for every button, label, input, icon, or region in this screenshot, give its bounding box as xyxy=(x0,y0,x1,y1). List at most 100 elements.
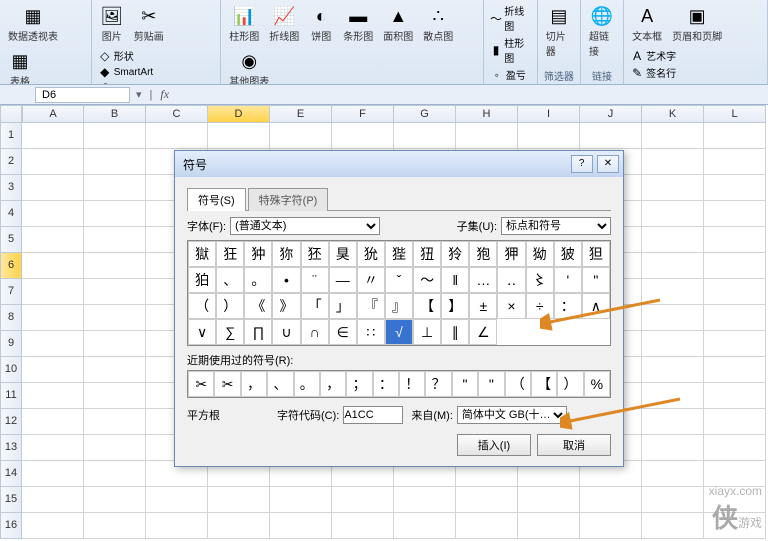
symbol-cell[interactable]: ∨ xyxy=(188,319,216,345)
symbol-cell[interactable]: 【 xyxy=(413,293,441,319)
symbol-cell[interactable]: ∥ xyxy=(441,319,469,345)
symbol-cell[interactable]: ‥ xyxy=(497,267,525,293)
symbol-cell[interactable]: ∈ xyxy=(329,319,357,345)
cell[interactable] xyxy=(642,305,704,331)
symbol-cell[interactable]: 狛 xyxy=(188,267,216,293)
symbol-cell[interactable]: 】 xyxy=(441,293,469,319)
ribbon-button[interactable]: ✂剪贴画 xyxy=(130,2,168,45)
symbol-cell[interactable]: 狆 xyxy=(244,241,272,267)
cell[interactable] xyxy=(642,461,704,487)
cell[interactable] xyxy=(270,487,332,513)
cell[interactable] xyxy=(642,487,704,513)
col-header[interactable]: K xyxy=(642,105,704,123)
symbol-cell[interactable]: ） xyxy=(216,293,244,319)
cell[interactable] xyxy=(704,383,766,409)
symbol-cell[interactable]: 狁 xyxy=(357,241,385,267)
ribbon-button[interactable]: ▦表格 xyxy=(4,47,36,85)
recent-symbol[interactable]: ！ xyxy=(399,371,425,397)
col-header[interactable]: H xyxy=(456,105,518,123)
symbol-cell[interactable]: × xyxy=(497,293,525,319)
cell[interactable] xyxy=(22,253,84,279)
symbol-cell[interactable]: 』 xyxy=(385,293,413,319)
cell[interactable] xyxy=(22,279,84,305)
row-header[interactable]: 14 xyxy=(0,461,22,487)
symbol-cell[interactable]: 《 xyxy=(244,293,272,319)
symbol-cell[interactable]: （ xyxy=(188,293,216,319)
cell[interactable] xyxy=(642,513,704,539)
cell[interactable] xyxy=(332,513,394,539)
cell[interactable] xyxy=(704,331,766,357)
col-header[interactable]: L xyxy=(704,105,766,123)
symbol-cell[interactable]: ÷ xyxy=(526,293,554,319)
cell[interactable] xyxy=(84,487,146,513)
subset-select[interactable]: 标点和符号 xyxy=(501,217,611,235)
cell[interactable] xyxy=(22,409,84,435)
cell[interactable] xyxy=(84,331,146,357)
cell[interactable] xyxy=(146,513,208,539)
symbol-cell[interactable]: ∧ xyxy=(582,293,610,319)
cell[interactable] xyxy=(84,305,146,331)
cell[interactable] xyxy=(642,149,704,175)
cell[interactable] xyxy=(580,487,642,513)
cell[interactable] xyxy=(22,357,84,383)
ribbon-button[interactable]: ◐饼图 xyxy=(305,2,337,45)
col-header[interactable]: B xyxy=(84,105,146,123)
ribbon-button[interactable]: ◇形状 xyxy=(96,47,156,64)
cell[interactable] xyxy=(642,123,704,149)
tab-symbols[interactable]: 符号(S) xyxy=(187,188,246,211)
cell[interactable] xyxy=(704,123,766,149)
cell[interactable] xyxy=(84,409,146,435)
recent-symbol[interactable]: ， xyxy=(320,371,346,397)
cell[interactable] xyxy=(22,175,84,201)
cell[interactable] xyxy=(84,461,146,487)
cell[interactable] xyxy=(84,513,146,539)
cell[interactable] xyxy=(580,123,642,149)
recent-symbol[interactable]: ） xyxy=(557,371,583,397)
cell[interactable] xyxy=(704,253,766,279)
cell[interactable] xyxy=(270,513,332,539)
cell[interactable] xyxy=(22,123,84,149)
symbol-cell[interactable]: ∠ xyxy=(469,319,497,345)
symbol-cell[interactable]: 狓 xyxy=(554,241,582,267)
symbol-cell[interactable]: 狚 xyxy=(582,241,610,267)
cell[interactable] xyxy=(208,123,270,149)
ribbon-button[interactable]: ◆SmartArt xyxy=(96,64,156,80)
symbol-cell[interactable]: • xyxy=(272,267,300,293)
symbol-cell[interactable]: ‖ xyxy=(441,267,469,293)
symbol-cell[interactable]: ∏ xyxy=(244,319,272,345)
ribbon-button[interactable]: ◉其他图表 xyxy=(225,47,273,85)
symbol-cell[interactable]: 〃 xyxy=(357,267,385,293)
symbol-cell[interactable]: ⊥ xyxy=(413,319,441,345)
cell[interactable] xyxy=(22,331,84,357)
recent-symbol[interactable]: ： xyxy=(373,371,399,397)
recent-symbol[interactable]: ， xyxy=(241,371,267,397)
col-header[interactable]: E xyxy=(270,105,332,123)
cell[interactable] xyxy=(22,435,84,461)
symbol-cell[interactable]: 狃 xyxy=(413,241,441,267)
cell[interactable] xyxy=(84,279,146,305)
cell[interactable] xyxy=(704,175,766,201)
symbol-cell[interactable]: ∩ xyxy=(301,319,329,345)
symbol-cell[interactable]: ∑ xyxy=(216,319,244,345)
col-header[interactable]: J xyxy=(580,105,642,123)
ribbon-button[interactable]: ✎签名行 xyxy=(628,64,678,81)
cell[interactable] xyxy=(580,513,642,539)
ribbon-button[interactable]: ▮柱形图 xyxy=(488,34,533,66)
symbol-cell[interactable]: ' xyxy=(554,267,582,293)
cell[interactable] xyxy=(704,149,766,175)
cell[interactable] xyxy=(642,331,704,357)
recent-symbol[interactable]: ； xyxy=(346,371,372,397)
cell[interactable] xyxy=(22,227,84,253)
recent-symbol[interactable]: ？ xyxy=(425,371,451,397)
cell[interactable] xyxy=(22,383,84,409)
ribbon-button[interactable]: 🖼图片 xyxy=(96,2,128,45)
cell[interactable] xyxy=(704,305,766,331)
insert-button[interactable]: 插入(I) xyxy=(457,434,531,456)
tab-special[interactable]: 特殊字符(P) xyxy=(248,188,329,211)
row-header[interactable]: 3 xyxy=(0,175,22,201)
cell[interactable] xyxy=(642,175,704,201)
symbol-cell[interactable]: 狴 xyxy=(385,241,413,267)
cell[interactable] xyxy=(704,357,766,383)
cancel-button[interactable]: 取消 xyxy=(537,434,611,456)
cell[interactable] xyxy=(22,201,84,227)
